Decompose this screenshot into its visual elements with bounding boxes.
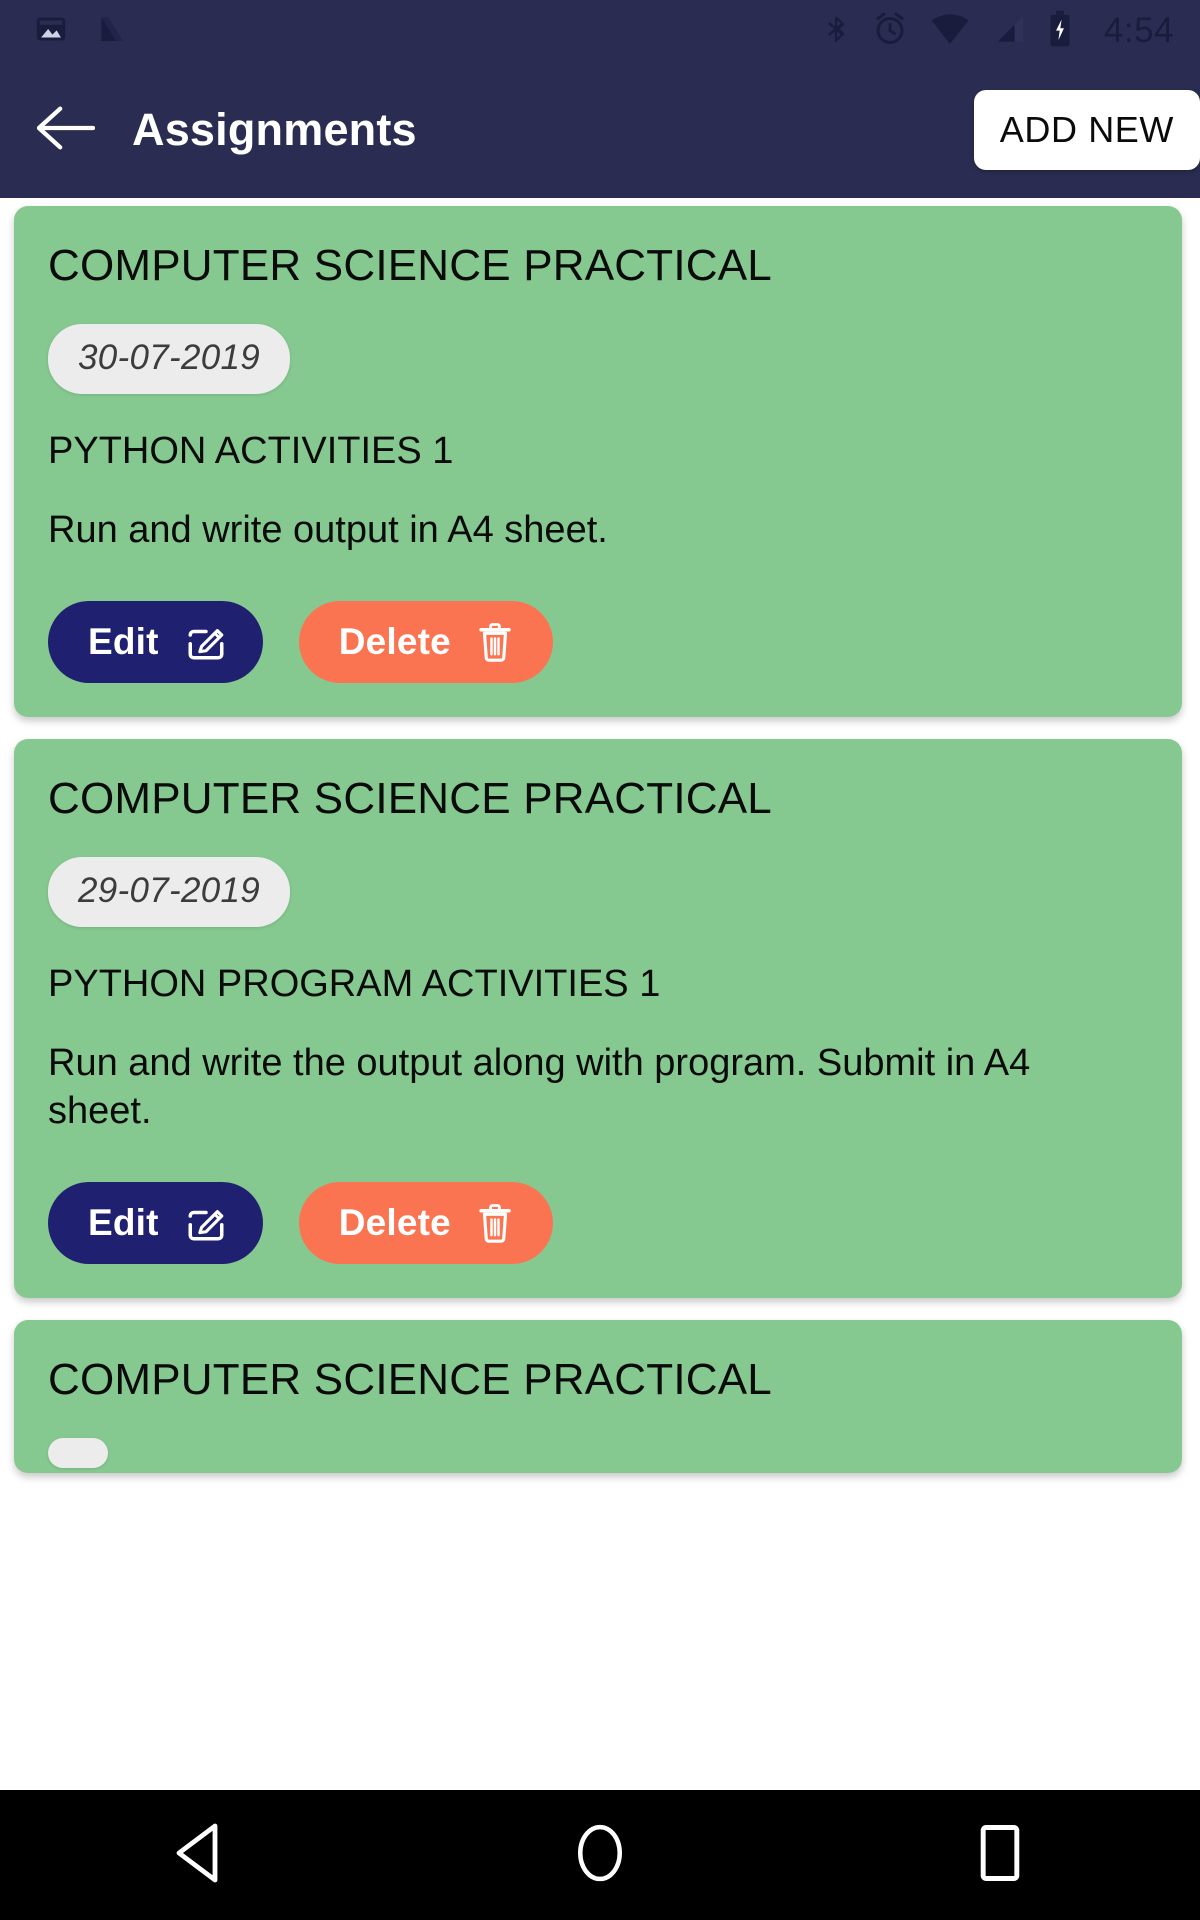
- status-bar-left-icons: [34, 12, 128, 51]
- wifi-icon: [930, 12, 970, 51]
- assignment-card[interactable]: COMPUTER SCIENCE PRACTICAL: [14, 1320, 1182, 1474]
- assignment-actions: Edit Delete: [48, 600, 1148, 683]
- battery-charging-icon: [1048, 10, 1072, 53]
- assignment-title: COMPUTER SCIENCE PRACTICAL: [48, 1355, 772, 1405]
- assignment-title: COMPUTER SCIENCE PRACTICAL: [48, 773, 772, 823]
- nav-home-button[interactable]: [525, 1805, 675, 1905]
- assignment-card[interactable]: COMPUTER SCIENCE PRACTICAL 29-07-2019 PY…: [14, 738, 1182, 1299]
- edit-button-label: Edit: [88, 1202, 159, 1244]
- phone-screen: 4:54 Assignments ADD NEW COMPUTER SCIENC…: [0, 0, 1200, 1920]
- android-navigation-bar: [0, 1790, 1200, 1920]
- add-new-button[interactable]: ADD NEW: [973, 90, 1200, 170]
- nav-home-circle-icon: [574, 1822, 626, 1889]
- bluetooth-icon: [822, 11, 850, 52]
- assignment-date-chip: 29-07-2019: [48, 857, 291, 928]
- status-bar: 4:54: [0, 0, 1200, 62]
- app-bar: Assignments ADD NEW: [0, 62, 1200, 198]
- status-bar-right-icons: 4:54: [822, 10, 1174, 53]
- assignment-title: COMPUTER SCIENCE PRACTICAL: [48, 241, 772, 290]
- assignment-date-chip: [48, 1438, 108, 1469]
- alarm-icon: [872, 11, 908, 52]
- delete-button-label: Delete: [338, 620, 451, 662]
- trash-icon: [477, 621, 513, 663]
- arrow-left-icon: [36, 105, 96, 156]
- assignment-date-chip: 30-07-2019: [48, 324, 291, 395]
- nimbus-n-icon: [96, 12, 128, 51]
- nav-recents-button[interactable]: [925, 1805, 1075, 1905]
- edit-button-label: Edit: [88, 620, 159, 662]
- assignment-actions: Edit Delete: [48, 1182, 1148, 1265]
- edit-pencil-icon: [185, 621, 227, 663]
- assignment-description: Run and write the output along with prog…: [48, 1041, 1031, 1133]
- delete-button[interactable]: Delete: [298, 600, 553, 683]
- page-title: Assignments: [132, 104, 417, 155]
- edit-button[interactable]: Edit: [48, 1182, 263, 1265]
- cell-signal-icon: [992, 12, 1026, 51]
- trash-icon: [477, 1202, 513, 1244]
- back-button[interactable]: [34, 98, 98, 162]
- assignments-list[interactable]: COMPUTER SCIENCE PRACTICAL 30-07-2019 PY…: [0, 198, 1200, 1920]
- delete-button[interactable]: Delete: [298, 1182, 553, 1265]
- nav-recents-square-icon: [979, 1824, 1021, 1887]
- nav-back-button[interactable]: [125, 1805, 275, 1905]
- delete-button-label: Delete: [338, 1202, 451, 1244]
- assignment-subtitle: PYTHON ACTIVITIES 1: [48, 430, 454, 473]
- nav-back-triangle-icon: [173, 1823, 227, 1888]
- edit-button[interactable]: Edit: [48, 600, 263, 683]
- assignment-description: Run and write output in A4 sheet.: [48, 509, 608, 552]
- edit-pencil-icon: [185, 1202, 227, 1244]
- assignment-card[interactable]: COMPUTER SCIENCE PRACTICAL 30-07-2019 PY…: [14, 206, 1182, 717]
- photo-icon: [34, 12, 68, 51]
- add-new-button-label: ADD NEW: [999, 109, 1174, 150]
- status-bar-clock: 4:54: [1103, 11, 1174, 50]
- assignment-subtitle: PYTHON PROGRAM ACTIVITIES 1: [48, 963, 661, 1006]
